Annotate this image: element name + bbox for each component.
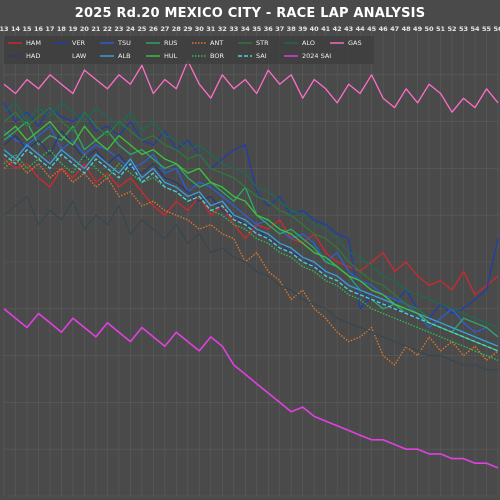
- x-tick-label: 30: [195, 25, 205, 33]
- legend-label: BOR: [210, 52, 224, 60]
- x-tick-label: 56: [493, 25, 500, 33]
- x-tick-label: 45: [367, 25, 377, 33]
- x-tick-label: 39: [298, 25, 308, 33]
- chart-frame: 13 14 15 16 17 18 19 20 21 22 23 24 25 26 27 28 29 30 31 32…: [0, 0, 500, 500]
- x-tick-label: 27: [160, 25, 169, 33]
- series-line-law: [3, 195, 498, 371]
- legend-label: TSU: [117, 39, 131, 47]
- legend-label: SAI: [256, 52, 267, 60]
- legend-label: VER: [72, 39, 86, 47]
- x-tick-label: 15: [22, 25, 32, 33]
- x-tick-label: 41: [321, 25, 331, 33]
- legend: HAM VER TSU RUS ANT STR ALO GAS HAD LAW ALB HUL BOR S…: [4, 36, 374, 64]
- legend-label: HUL: [164, 52, 178, 60]
- x-tick-label: 55: [482, 25, 492, 33]
- series-line-alb: [3, 144, 499, 347]
- x-tick-label: 20: [80, 25, 90, 33]
- legend-label: ANT: [210, 39, 223, 47]
- x-tick-label: 42: [333, 25, 342, 33]
- series-line-bor: [3, 149, 499, 361]
- series-line-ver: [3, 102, 499, 319]
- lap-number-labels: 13 14 15 16 17 18 19 20 21 22 23 24 25 26 27 28 29 30 31 32…: [0, 25, 500, 33]
- x-tick-label: 31: [206, 25, 216, 33]
- legend-label: HAM: [26, 39, 41, 47]
- x-tick-label: 17: [45, 25, 54, 33]
- x-tick-label: 28: [172, 25, 182, 33]
- legend-label: ALO: [302, 39, 315, 47]
- x-tick-label: 34: [241, 25, 251, 33]
- x-tick-label: 35: [252, 25, 262, 33]
- x-tick-label: 16: [34, 25, 44, 33]
- x-tick-label: 52: [448, 25, 457, 33]
- x-tick-label: 38: [287, 25, 297, 33]
- x-tick-label: 46: [379, 25, 389, 33]
- x-tick-label: 37: [275, 25, 284, 33]
- legend-label: GAS: [348, 39, 362, 47]
- x-tick-label: 40: [310, 25, 320, 33]
- legend-label: LAW: [72, 52, 87, 60]
- chart-title: 2025 Rd.20 MEXICO CITY - RACE LAP ANALYS…: [74, 6, 426, 21]
- x-tick-label: 18: [57, 25, 67, 33]
- legend-label: HAD: [26, 52, 40, 60]
- x-tick-label: 32: [218, 25, 227, 33]
- x-tick-label: 33: [229, 25, 238, 33]
- x-tick-label: 53: [459, 25, 468, 33]
- x-tick-label: 13: [0, 25, 9, 33]
- x-tick-label: 24: [126, 25, 136, 33]
- legend-label: RUS: [164, 39, 177, 47]
- race-lap-chart: 13 14 15 16 17 18 19 20 21 22 23 24 25 26 27 28 29 30 31 32…: [0, 25, 500, 497]
- x-tick-label: 19: [68, 25, 78, 33]
- x-tick-label: 51: [436, 25, 446, 33]
- x-tick-label: 50: [425, 25, 435, 33]
- x-tick-label: 48: [402, 25, 412, 33]
- x-tick-label: 14: [11, 25, 21, 33]
- x-tick-label: 49: [413, 25, 423, 33]
- x-tick-label: 23: [114, 25, 123, 33]
- grid-lines: [3, 27, 499, 497]
- x-tick-label: 36: [264, 25, 274, 33]
- legend-label: STR: [256, 39, 269, 47]
- x-tick-label: 22: [103, 25, 112, 33]
- x-tick-label: 25: [137, 25, 147, 33]
- x-tick-label: 21: [91, 25, 101, 33]
- x-tick-label: 54: [470, 25, 480, 33]
- x-tick-label: 43: [344, 25, 353, 33]
- x-tick-label: 44: [356, 25, 366, 33]
- series-line-2024-sai: [3, 308, 499, 469]
- x-tick-label: 29: [183, 25, 193, 33]
- x-tick-label: 47: [390, 25, 399, 33]
- x-tick-label: 26: [149, 25, 159, 33]
- legend-label: ALB: [118, 52, 131, 60]
- series-line-gas: [3, 60, 499, 113]
- legend-label: 2024 SAI: [302, 52, 331, 60]
